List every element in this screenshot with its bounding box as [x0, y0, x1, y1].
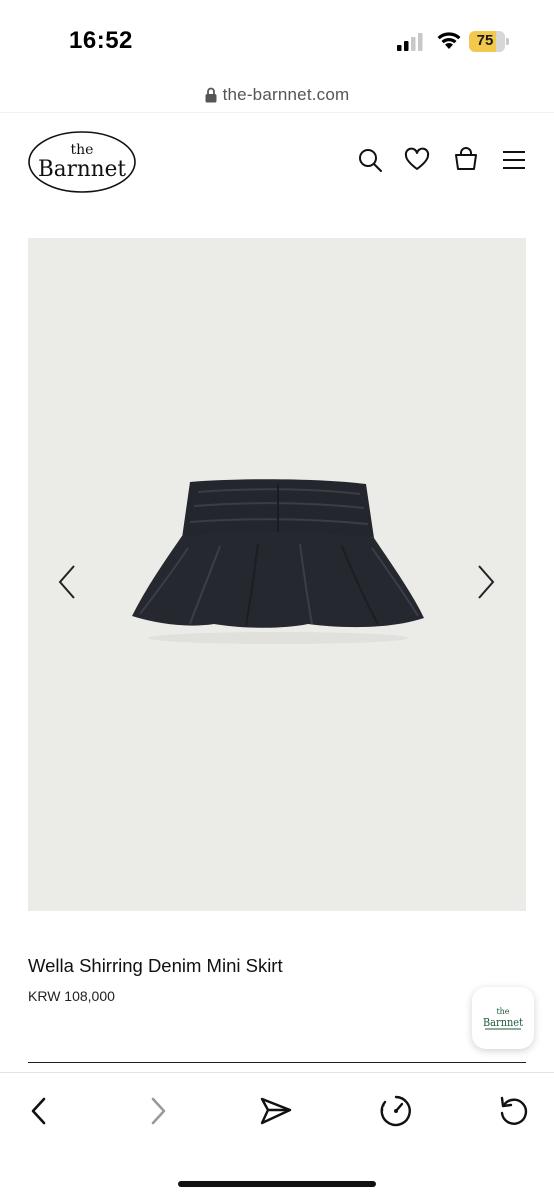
reload-button[interactable] — [496, 1093, 532, 1129]
floating-chat-button[interactable]: the Barnnet — [472, 987, 534, 1049]
menu-icon[interactable] — [501, 147, 527, 173]
product-name: Wella Shirring Denim Mini Skirt — [28, 955, 283, 976]
forward-button[interactable] — [140, 1093, 176, 1129]
badge-logo-main: Barnnet — [483, 1016, 524, 1029]
product-image — [132, 479, 424, 644]
divider — [28, 1062, 526, 1063]
status-time: 16:52 — [69, 27, 133, 54]
battery-icon: 75 — [469, 31, 509, 52]
wifi-icon — [437, 32, 461, 49]
site-header: the Barnnet — [0, 112, 554, 212]
heart-icon[interactable] — [404, 147, 430, 173]
product-price: KRW 108,000 — [28, 988, 115, 1004]
badge-logo: the Barnnet — [483, 1007, 524, 1030]
search-icon[interactable] — [357, 147, 383, 173]
product-gallery[interactable] — [28, 238, 526, 911]
back-button[interactable] — [21, 1093, 57, 1129]
logo-top-text: the — [71, 142, 94, 158]
shopping-bag-icon[interactable] — [453, 147, 479, 173]
speed-icon — [380, 1095, 411, 1127]
share-button[interactable] — [258, 1093, 294, 1129]
share-icon — [260, 1097, 292, 1125]
lock-icon — [205, 87, 217, 103]
logo-main-text: Barnnet — [38, 157, 126, 182]
badge-logo-top: the — [496, 1007, 509, 1016]
speed-button[interactable] — [378, 1093, 414, 1129]
url-bar[interactable]: the-barnnet.com — [0, 80, 554, 110]
reload-icon — [500, 1096, 528, 1125]
signal-icon — [397, 33, 423, 51]
url-text: the-barnnet.com — [222, 85, 350, 104]
gallery-prev-arrow[interactable] — [52, 562, 82, 602]
battery-level: 75 — [476, 32, 494, 49]
forward-icon — [151, 1097, 166, 1125]
gallery-next-arrow[interactable] — [471, 562, 501, 602]
back-icon — [31, 1097, 46, 1125]
barnnet-logo[interactable]: the Barnnet — [27, 130, 137, 194]
status-bar: 16:52 75 — [0, 0, 554, 80]
home-indicator — [178, 1181, 376, 1187]
